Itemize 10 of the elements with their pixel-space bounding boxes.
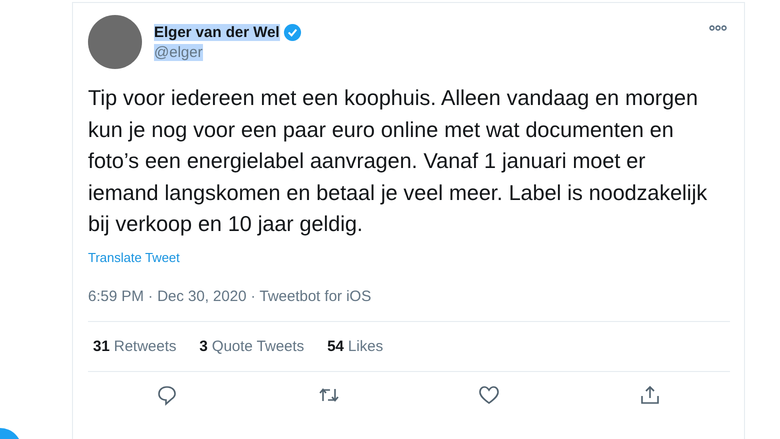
avatar[interactable] — [88, 15, 142, 69]
author-name[interactable]: Elger van der Wel — [154, 24, 280, 41]
stat-link[interactable]: 54 Likes — [327, 338, 384, 354]
tweet-timestamp: 6:59 PM · Dec 30, 2020 · Tweetbot for iOS — [88, 288, 372, 304]
stat-link[interactable]: 3 Quote Tweets — [199, 338, 304, 354]
like-button[interactable] — [478, 384, 500, 406]
share-button[interactable] — [638, 384, 661, 406]
more-icon[interactable] — [709, 25, 727, 31]
stat-link[interactable]: 31 Retweets — [93, 338, 176, 354]
tweet-text: Tip voor iedereen met een koophuis. Alleen vandaag en morgen kun je nog voor een paar euro online met wat documenten en foto’s een energielabel aanvragen. Vanaf 1 januari moet er iemand langskomen en betaal je veel meer. Label is noodzakelijk bij verkoop en 10 jaar geldig. — [88, 85, 708, 238]
